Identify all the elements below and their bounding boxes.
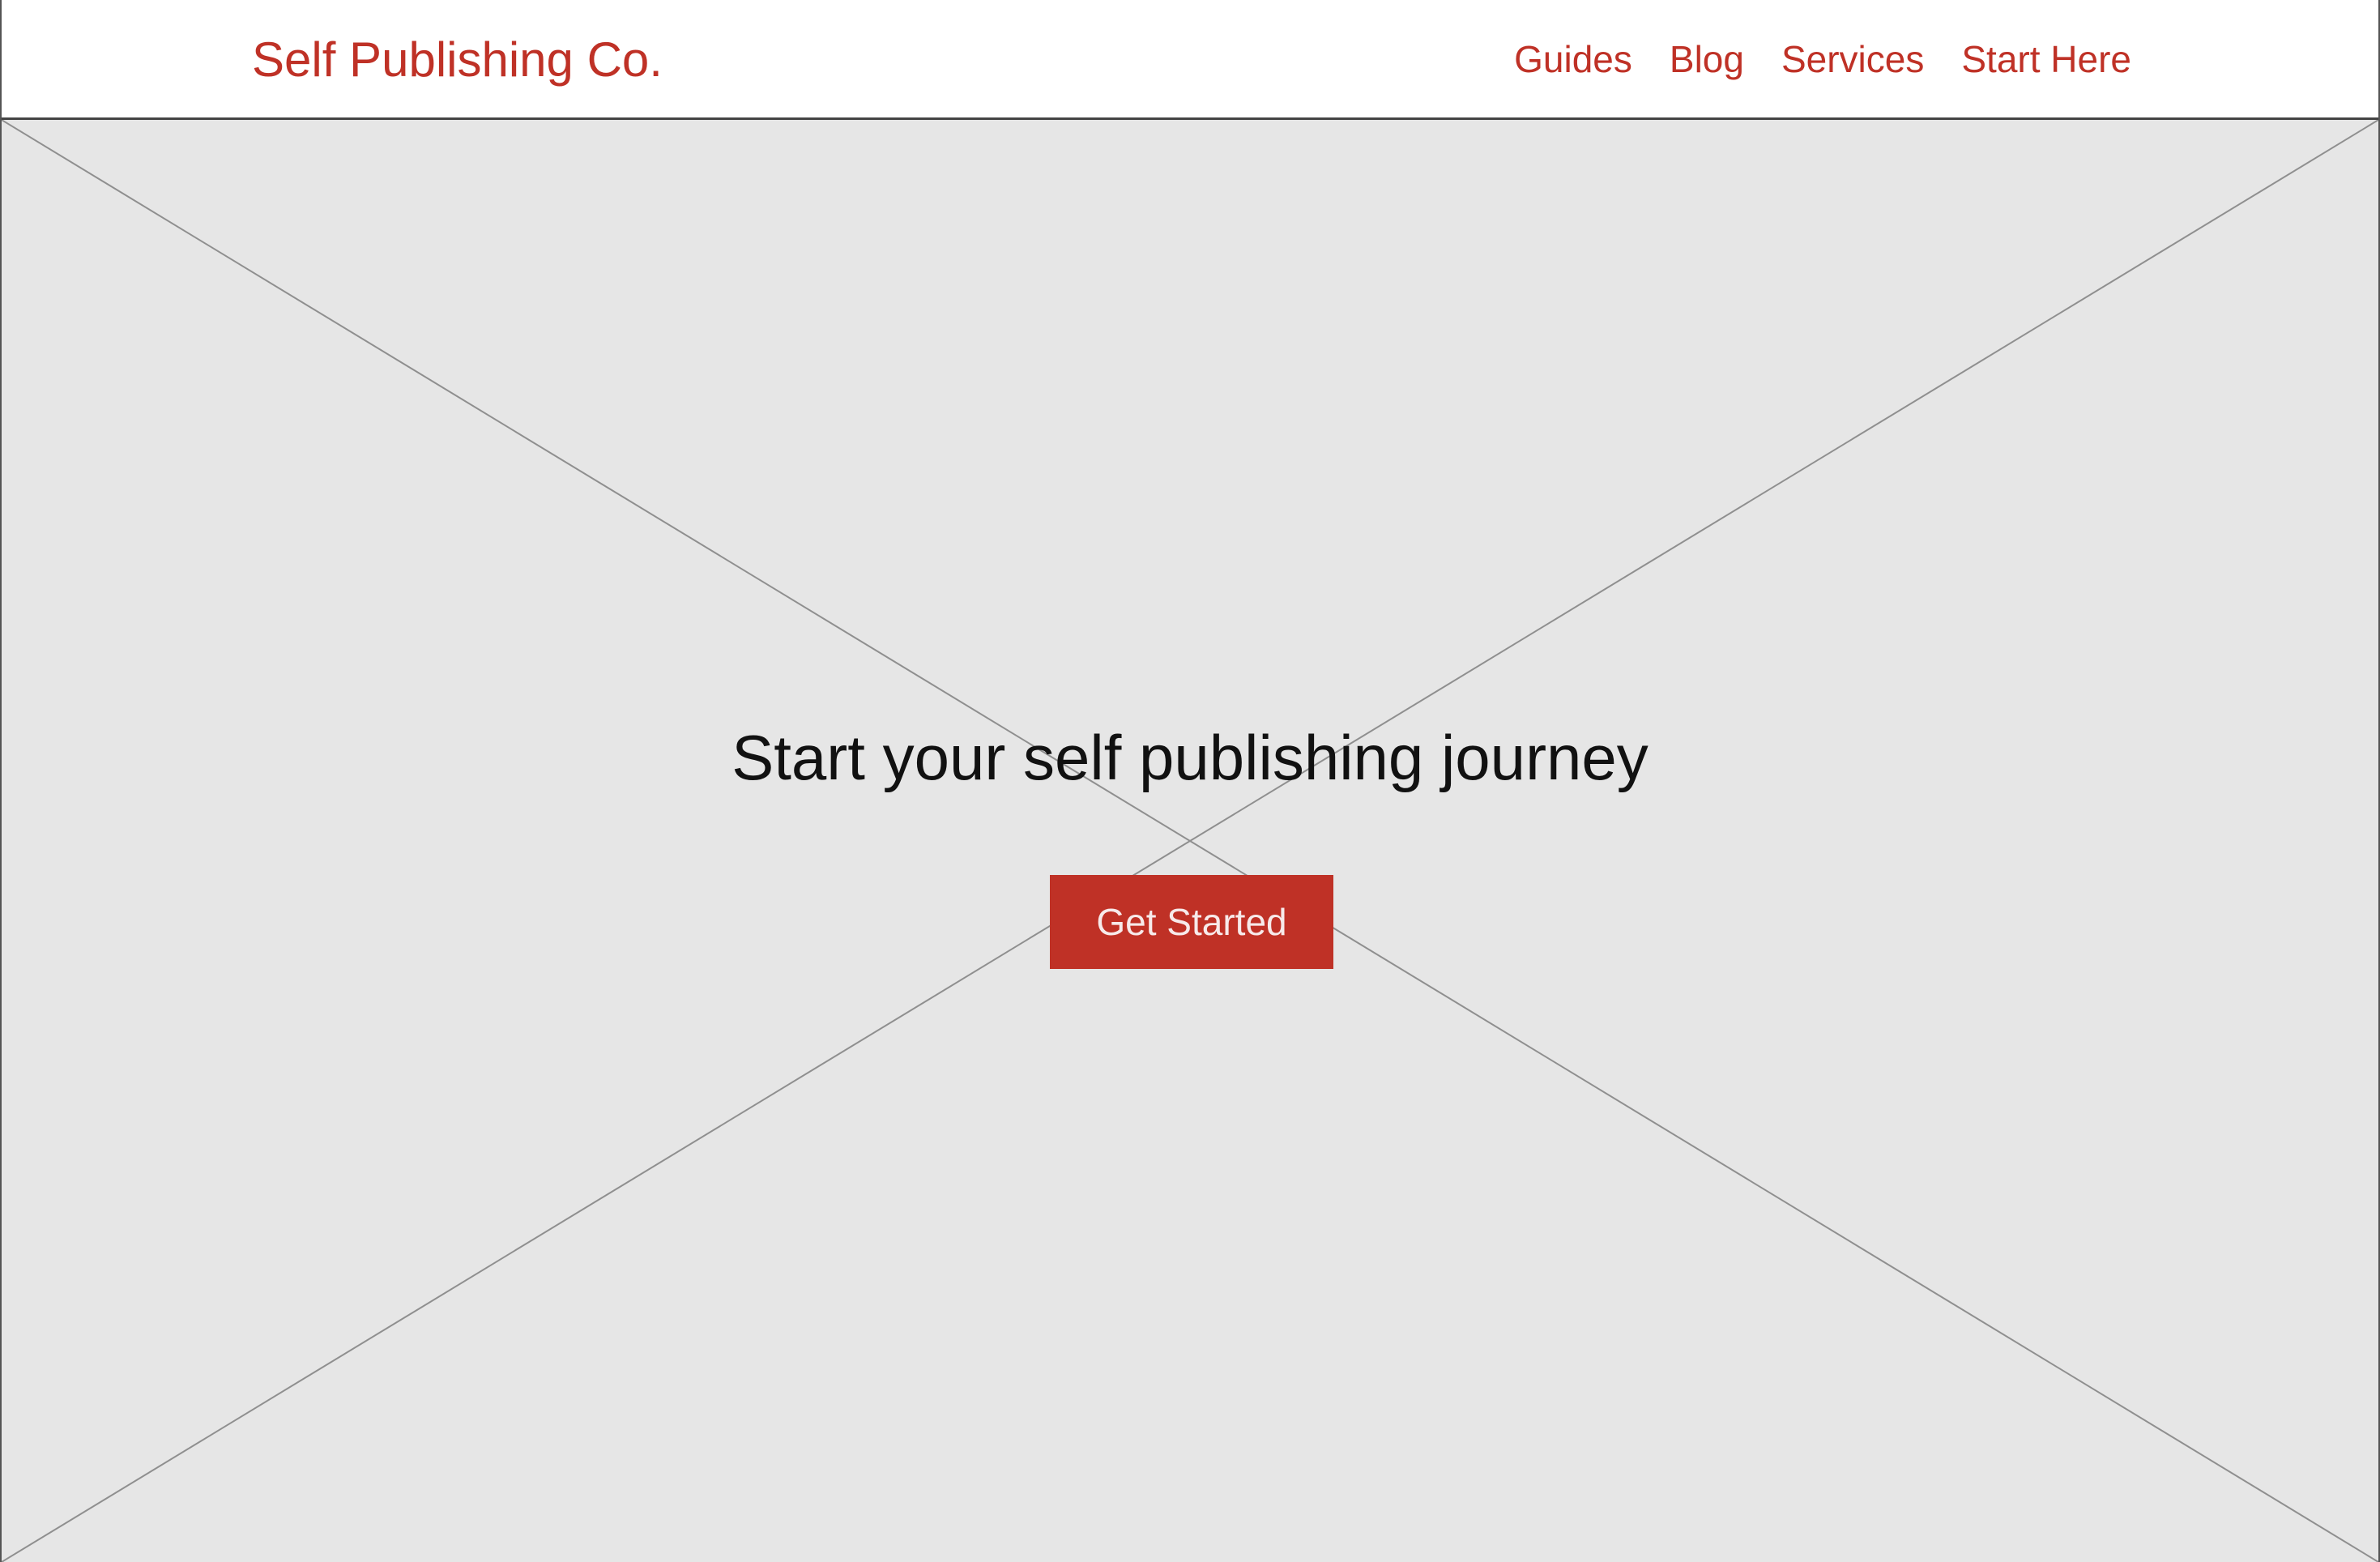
page: Self Publishing Co. Guides Blog Services… — [0, 0, 2380, 1562]
image-placeholder-icon — [2, 120, 2378, 1562]
site-header: Self Publishing Co. Guides Blog Services… — [2, 0, 2378, 120]
hero-title: Start your self publishing journey — [731, 722, 1649, 793]
nav-link-guides[interactable]: Guides — [1514, 36, 1632, 82]
get-started-button[interactable]: Get Started — [1050, 875, 1333, 969]
main-nav: Guides Blog Services Start Here — [1514, 36, 2131, 82]
nav-link-services[interactable]: Services — [1781, 36, 1924, 82]
hero-section: Start your self publishing journey Get S… — [2, 120, 2378, 1562]
brand-logo-link[interactable]: Self Publishing Co. — [252, 31, 663, 89]
nav-link-blog[interactable]: Blog — [1670, 36, 1744, 82]
nav-link-start-here[interactable]: Start Here — [1961, 36, 2131, 82]
